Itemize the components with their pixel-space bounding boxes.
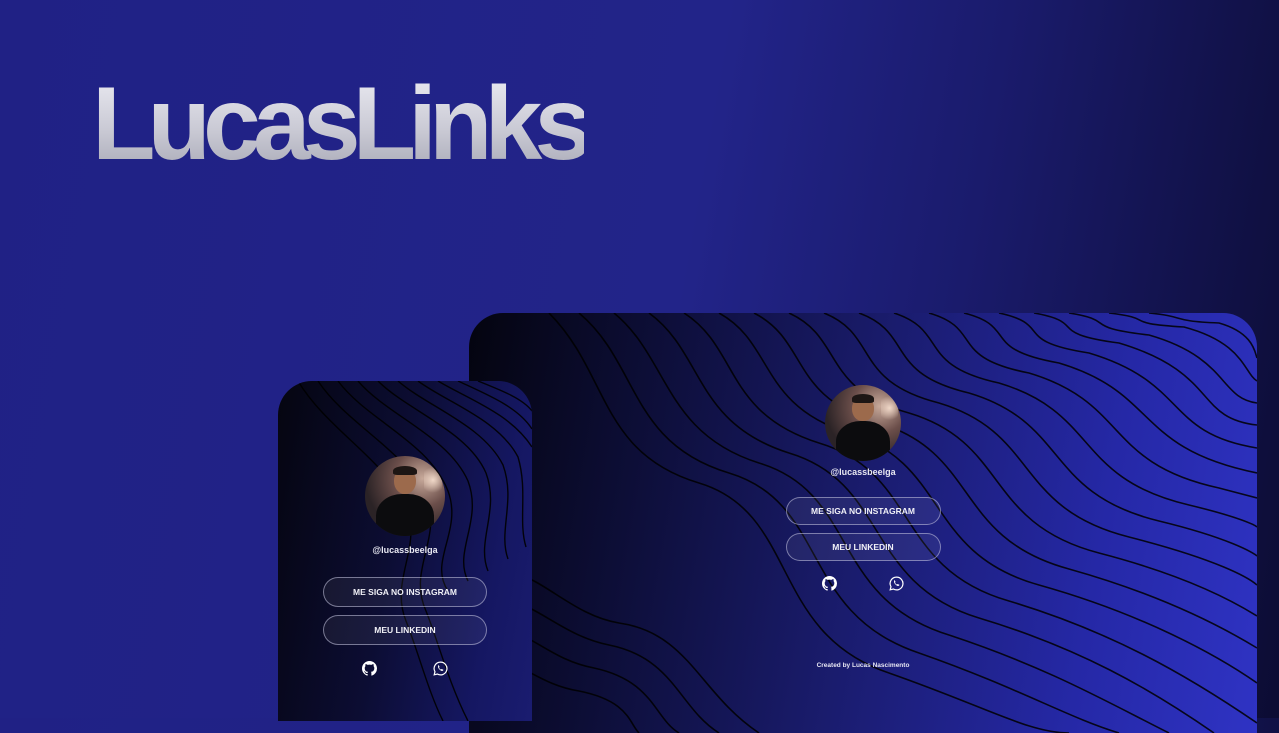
- linkedin-button[interactable]: MEU LINKEDIN: [323, 615, 487, 645]
- github-icon[interactable]: [822, 576, 837, 591]
- social-icons: [779, 576, 947, 591]
- social-icons: [318, 661, 492, 676]
- instagram-button[interactable]: ME SIGA NO INSTAGRAM: [323, 577, 487, 607]
- profile-card: @lucassbeelga ME SIGA NO INSTAGRAM MEU L…: [318, 456, 492, 676]
- desktop-preview: @lucassbeelga ME SIGA NO INSTAGRAM MEU L…: [469, 313, 1257, 733]
- brand-title: LucasLinks: [92, 62, 592, 187]
- linkedin-button[interactable]: MEU LINKEDIN: [785, 533, 941, 561]
- whatsapp-icon[interactable]: [889, 576, 904, 591]
- footer-credit: Created by Lucas Nascimento: [816, 662, 910, 669]
- mobile-preview: @lucassbeelga ME SIGA NO INSTAGRAM MEU L…: [278, 381, 532, 721]
- whatsapp-icon[interactable]: [433, 661, 448, 676]
- instagram-button[interactable]: ME SIGA NO INSTAGRAM: [785, 497, 941, 525]
- profile-card: @lucassbeelga ME SIGA NO INSTAGRAM MEU L…: [779, 385, 947, 591]
- github-icon[interactable]: [362, 661, 377, 676]
- avatar: [825, 385, 901, 461]
- avatar: [365, 456, 445, 536]
- profile-handle: @lucassbeelga: [372, 545, 438, 555]
- profile-handle: @lucassbeelga: [830, 467, 896, 477]
